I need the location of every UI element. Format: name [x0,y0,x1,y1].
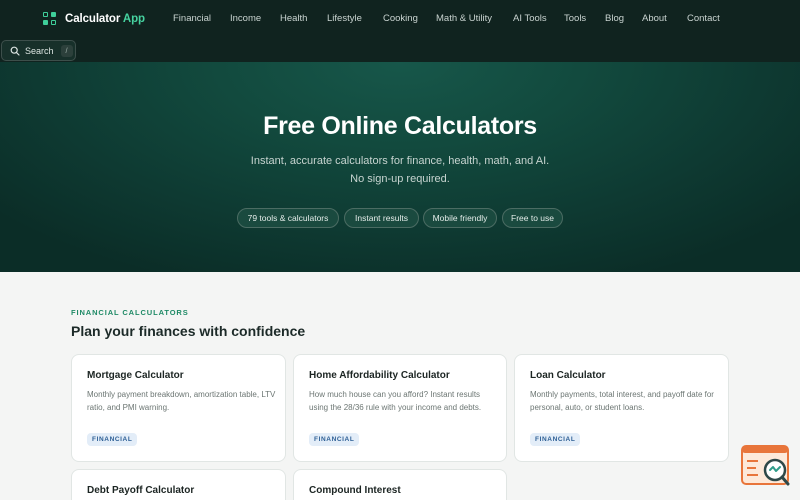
search-icon [10,46,20,56]
feature-pill-instant: Instant results [344,208,419,228]
help-chat-icon [741,445,790,486]
calculator-card-compound-interest[interactable]: Compound Interest [293,469,507,500]
card-title: Compound Interest [309,485,401,496]
nav-item-tools[interactable]: Tools [564,12,586,26]
hero-subtitle-line2: No sign-up required. [350,173,450,185]
nav-item-income[interactable]: Income [230,12,261,26]
help-chat-widget[interactable] [741,445,790,487]
category-badge: FINANCIAL [530,433,581,446]
nav-item-contact[interactable]: Contact [687,12,720,26]
search-shortcut-key: / [60,44,73,57]
calculator-card-mortgage[interactable]: Mortgage Calculator Monthly payment brea… [71,354,286,462]
category-badge: FINANCIAL [309,433,360,446]
calculator-card-loan[interactable]: Loan Calculator Monthly payments, total … [514,354,729,462]
nav-item-financial[interactable]: Financial [173,12,211,26]
feature-pill-mobile: Mobile friendly [423,208,497,228]
brand-name: Calculator App [65,13,145,25]
nav-item-cooking[interactable]: Cooking [383,12,418,26]
card-title: Debt Payoff Calculator [87,485,195,496]
logo[interactable]: Calculator App [43,11,145,27]
card-description: Monthly payment breakdown, amortization … [87,390,276,412]
calculator-card-home-affordability[interactable]: Home Affordability Calculator How much h… [293,354,507,462]
nav-item-health[interactable]: Health [280,12,307,26]
brand-name-part1: Calculator [65,13,121,25]
nav-item-math-utility[interactable]: Math & Utility [436,12,492,26]
nav-item-ai-tools[interactable]: AI Tools [513,12,547,26]
category-badge: FINANCIAL [87,433,138,446]
card-title: Home Affordability Calculator [309,370,450,381]
top-navigation-bar: Calculator App Financial Income Health L… [0,0,800,62]
search-button[interactable]: Search / [1,40,76,61]
nav-item-lifestyle[interactable]: Lifestyle [327,12,362,26]
card-description: How much house can you afford? Instant r… [309,390,482,412]
brand-name-part2: App [122,13,145,25]
card-title: Loan Calculator [530,370,606,381]
search-label: Search [25,45,54,56]
hero-subtitle-line1: Instant, accurate calculators for financ… [250,155,550,167]
logo-grid-icon [43,11,58,27]
nav-item-about[interactable]: About [642,12,667,26]
calculator-card-debt-payoff[interactable]: Debt Payoff Calculator [71,469,286,500]
feature-pill-tools-count: 79 tools & calculators [237,208,339,228]
card-description: Monthly payments, total interest, and pa… [530,390,714,412]
hero-title: Free Online Calculators [263,112,537,140]
card-title: Mortgage Calculator [87,370,184,381]
section-title: Plan your finances with confidence [71,323,306,339]
section-eyebrow: FINANCIAL CALCULATORS [71,308,189,317]
hero-section: Free Online Calculators Instant, accurat… [0,62,800,272]
nav-item-blog[interactable]: Blog [605,12,624,26]
feature-pill-free: Free to use [502,208,563,228]
